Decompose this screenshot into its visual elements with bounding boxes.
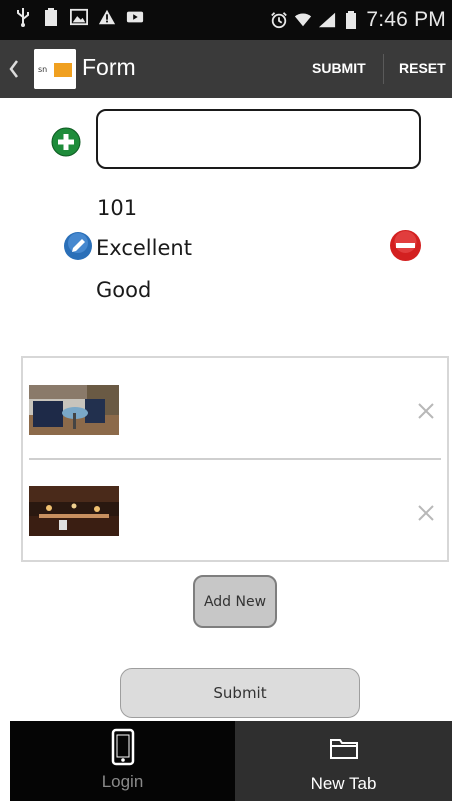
signal-icon (318, 11, 336, 29)
video-icon (126, 8, 144, 26)
tab-new-tab[interactable]: New Tab (235, 721, 452, 801)
tab-login-label: Login (101, 772, 144, 791)
alarm-icon (270, 11, 288, 29)
battery-full-icon (42, 8, 60, 26)
photo-row (23, 358, 447, 460)
wifi-icon (294, 11, 312, 29)
tab-new-tab-label: New Tab (310, 774, 377, 793)
divider (383, 54, 384, 84)
list-item: Excellent (96, 236, 192, 260)
edit-icon[interactable] (63, 231, 93, 261)
app-logo[interactable]: sn (34, 49, 76, 89)
delete-photo-icon[interactable] (417, 504, 435, 522)
edge-strip (0, 721, 10, 801)
back-chevron-icon[interactable] (8, 58, 20, 80)
submit-action-button[interactable]: SUBMIT (312, 60, 366, 76)
add-new-button[interactable]: Add New (193, 575, 277, 628)
delete-photo-icon[interactable] (417, 402, 435, 420)
patio-photo-thumbnail[interactable] (29, 385, 119, 435)
action-bar: sn Form SUBMIT RESET (0, 40, 452, 98)
usb-icon (14, 8, 32, 27)
submit-button[interactable]: Submit (120, 668, 360, 718)
image-icon (70, 8, 88, 26)
add-icon[interactable] (51, 127, 81, 157)
restaurant-photo-thumbnail[interactable] (29, 486, 119, 536)
remove-icon[interactable] (389, 229, 422, 262)
page-title: Form (82, 54, 136, 80)
folder-icon (329, 736, 359, 764)
warning-icon (98, 8, 116, 26)
photo-row (23, 460, 447, 560)
battery-icon (342, 11, 360, 29)
reset-action-button[interactable]: RESET (399, 60, 446, 76)
phone-icon (111, 728, 135, 770)
list-item: Good (96, 278, 152, 302)
photo-list (21, 356, 449, 562)
tab-bar: Login New Tab (0, 721, 452, 801)
svg-text:sn: sn (38, 65, 47, 74)
status-time: 7:46 PM (366, 8, 446, 31)
tab-login[interactable]: Login (10, 721, 235, 801)
form-text-input[interactable] (96, 109, 421, 169)
list-item: 101 (97, 196, 138, 220)
status-bar: 7:46 PM (0, 0, 452, 40)
